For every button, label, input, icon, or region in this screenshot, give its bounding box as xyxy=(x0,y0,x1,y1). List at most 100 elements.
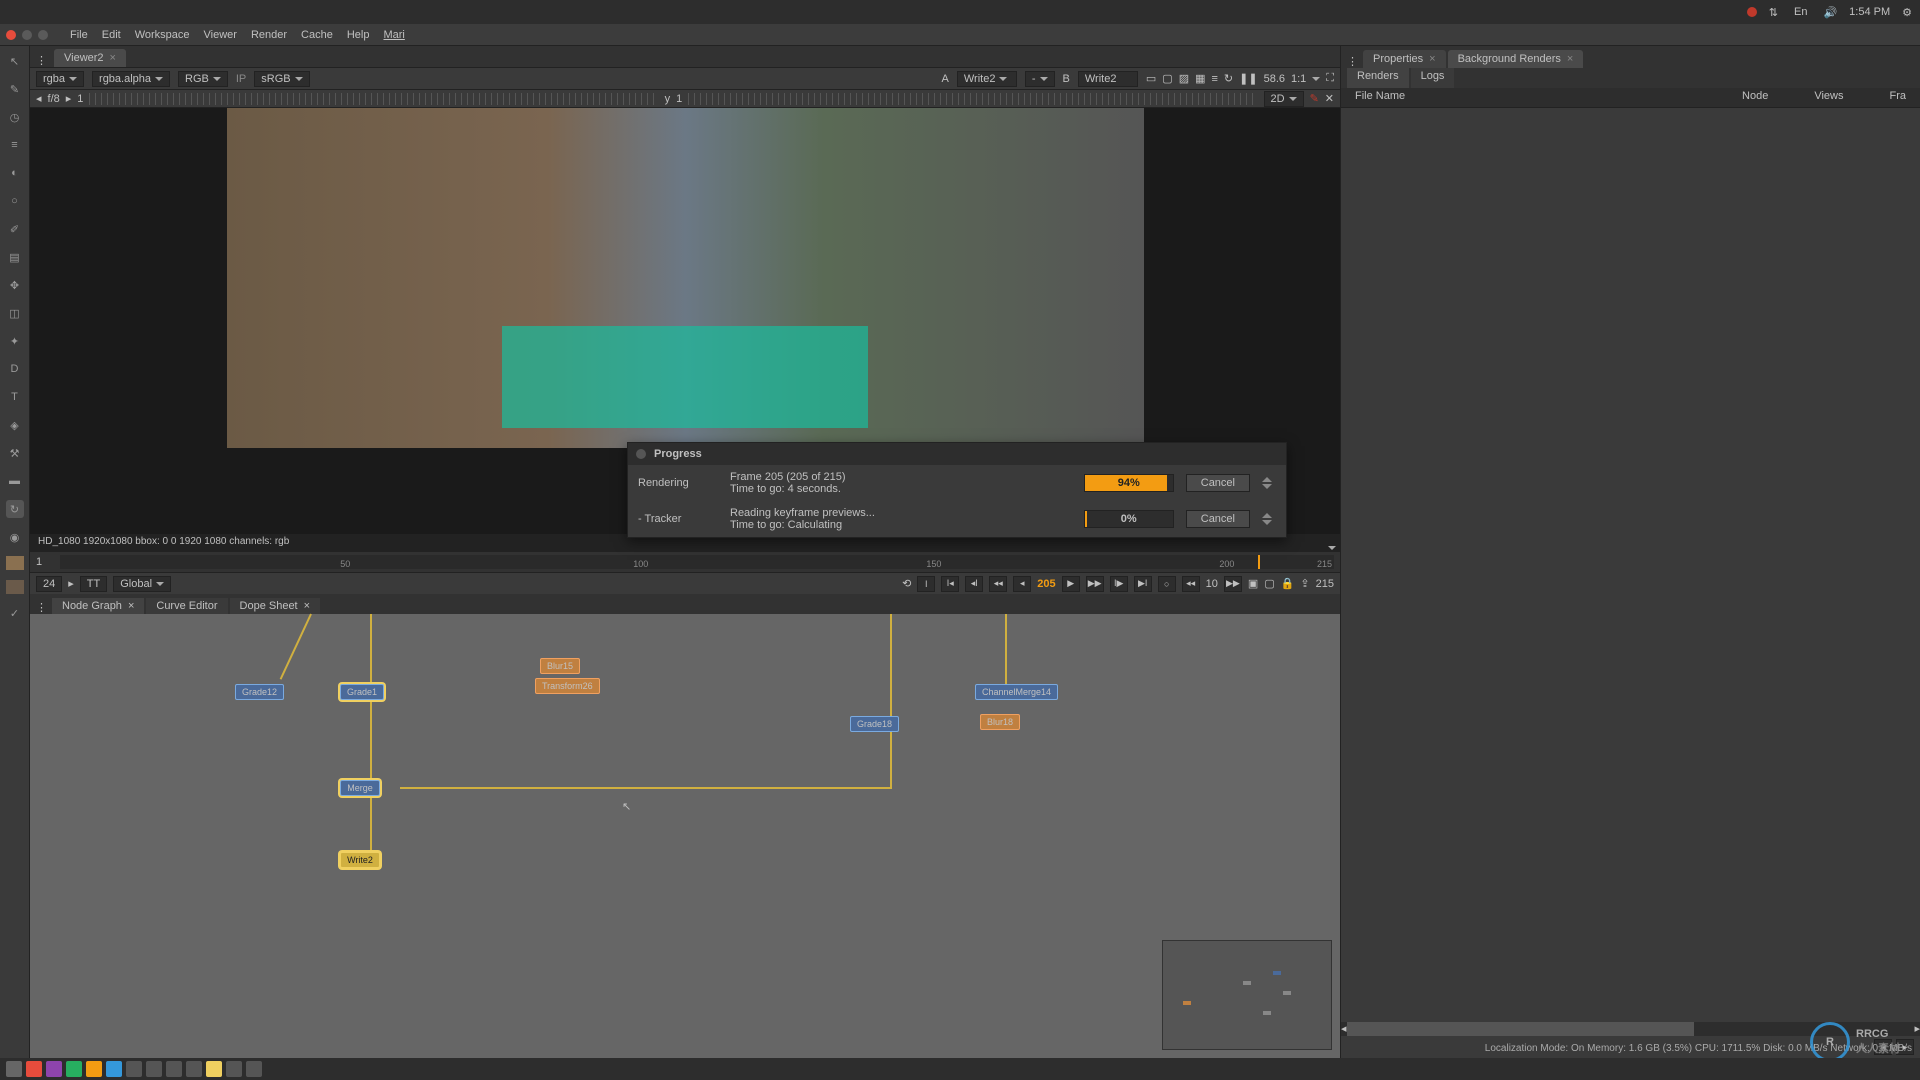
col-filename[interactable]: File Name xyxy=(1347,88,1734,107)
menu-help[interactable]: Help xyxy=(347,29,370,41)
cube-tool-icon[interactable]: ◫ xyxy=(6,304,24,322)
menu-cache[interactable]: Cache xyxy=(301,29,333,41)
node-graph[interactable]: Grade12 Grade1 Blur15 Transform26 Merge … xyxy=(30,614,1340,1058)
panel-grip-icon[interactable]: ⋮ xyxy=(1347,55,1361,68)
menu-viewer[interactable]: Viewer xyxy=(204,29,237,41)
list-tool-icon[interactable]: ≡ xyxy=(6,136,24,154)
y-value[interactable]: 1 xyxy=(676,93,682,105)
taskbar-app-icon[interactable] xyxy=(46,1061,62,1077)
panel-grip-icon[interactable]: ⋮ xyxy=(36,601,50,614)
lock-icon[interactable]: 🔒 xyxy=(1281,577,1295,590)
tab-bg-renders[interactable]: Background Renders× xyxy=(1448,50,1584,68)
node-merge[interactable]: Merge xyxy=(340,780,380,796)
roi-icon[interactable]: ▭ xyxy=(1146,72,1156,85)
range-sel[interactable]: Global xyxy=(113,576,171,592)
go-start-button[interactable]: I xyxy=(917,576,935,592)
playhead[interactable] xyxy=(1258,555,1260,569)
thumb2-icon[interactable] xyxy=(6,580,24,594)
thumb1-icon[interactable] xyxy=(6,556,24,570)
taskbar-app-icon[interactable] xyxy=(126,1061,142,1077)
text-tool-icon[interactable]: T xyxy=(6,388,24,406)
timeline-strip[interactable]: 50 100 150 200 215 xyxy=(60,555,1334,569)
check-tool-icon[interactable]: ✓ xyxy=(6,604,24,622)
colorspace-sel[interactable]: sRGB xyxy=(254,71,309,87)
menu-render[interactable]: Render xyxy=(251,29,287,41)
taskbar-app-icon[interactable] xyxy=(66,1061,82,1077)
channel-sel-3[interactable]: RGB xyxy=(178,71,228,87)
refresh-tool-icon[interactable]: ↻ xyxy=(6,500,24,518)
prev-key-button[interactable]: I◂ xyxy=(941,576,959,592)
dialog-title-bar[interactable]: Progress xyxy=(628,443,1286,465)
move-tool-icon[interactable]: ✥ xyxy=(6,276,24,294)
tag-tool-icon[interactable]: ◈ xyxy=(6,416,24,434)
folder-tool-icon[interactable]: ▬ xyxy=(6,472,24,490)
menu-edit[interactable]: Edit xyxy=(102,29,121,41)
close-icon[interactable]: × xyxy=(128,600,134,612)
channel-sel-2[interactable]: rgba.alpha xyxy=(92,71,170,87)
pencil-icon[interactable]: ✎ xyxy=(1310,92,1319,105)
taskbar-app-icon[interactable] xyxy=(246,1061,262,1077)
fstop-value[interactable]: 1 xyxy=(77,93,83,105)
wrench-tool-icon[interactable]: ⚒ xyxy=(6,444,24,462)
node-grade18[interactable]: Grade18 xyxy=(850,716,899,732)
play-back-button[interactable]: ◂◂ xyxy=(989,576,1007,592)
minimap[interactable] xyxy=(1162,940,1332,1050)
taskbar-app-icon[interactable] xyxy=(186,1061,202,1077)
x-icon[interactable]: ✕ xyxy=(1325,92,1334,105)
lines-icon[interactable]: ≡ xyxy=(1212,73,1218,85)
node-write2[interactable]: Write2 xyxy=(340,852,380,868)
step-fwd-button[interactable]: I▶ xyxy=(1110,576,1128,592)
pointer-tool-icon[interactable]: ↖ xyxy=(6,52,24,70)
node-grade12[interactable]: Grade12 xyxy=(235,684,284,700)
spark-tool-icon[interactable]: ✦ xyxy=(6,332,24,350)
dialog-close-icon[interactable] xyxy=(636,449,646,459)
timeline-row[interactable]: 1 50 100 150 200 215 xyxy=(30,552,1340,572)
col-node[interactable]: Node xyxy=(1734,88,1776,107)
sphere-tool-icon[interactable]: ◐ xyxy=(6,164,24,182)
pause-icon[interactable]: ❚❚ xyxy=(1239,72,1257,85)
task2-cancel-button[interactable]: Cancel xyxy=(1186,510,1250,528)
fstop-label[interactable]: f/8 xyxy=(48,93,60,105)
tt-sel[interactable]: TT xyxy=(80,576,107,592)
wipe-sel[interactable]: - xyxy=(1025,71,1055,87)
close-icon[interactable]: × xyxy=(110,52,116,64)
fps-sel[interactable]: 24 xyxy=(36,576,62,592)
col-views[interactable]: Views xyxy=(1806,88,1851,107)
viewer-tab[interactable]: Viewer2 × xyxy=(54,49,126,67)
taskbar-app-icon[interactable] xyxy=(106,1061,122,1077)
taskbar-app-icon[interactable] xyxy=(206,1061,222,1077)
stop-button[interactable]: ○ xyxy=(1158,576,1176,592)
step-back-button[interactable]: ◂I xyxy=(965,576,983,592)
b-input-sel[interactable]: Write2 xyxy=(1078,71,1138,87)
node-blur18[interactable]: Blur18 xyxy=(980,714,1020,730)
eyedropper-tool-icon[interactable]: ✐ xyxy=(6,220,24,238)
ip-label[interactable]: IP xyxy=(236,73,246,85)
scroll-thumb[interactable] xyxy=(1347,1022,1694,1036)
node-channelmerge[interactable]: ChannelMerge14 xyxy=(975,684,1058,700)
ruler-h[interactable] xyxy=(89,93,658,105)
menu-workspace[interactable]: Workspace xyxy=(135,29,190,41)
taskbar-app-icon[interactable] xyxy=(6,1061,22,1077)
play-rev-button[interactable]: ◂ xyxy=(1013,576,1031,592)
volume-icon[interactable]: 🔊 xyxy=(1823,6,1837,19)
fullscreen-icon[interactable]: ⛶ xyxy=(1326,72,1334,85)
play-button[interactable]: ▶ xyxy=(1062,576,1080,592)
col-frame[interactable]: Fra xyxy=(1882,88,1915,107)
tab-nodegraph[interactable]: Node Graph× xyxy=(52,598,144,614)
overlay-icon[interactable]: ▦ xyxy=(1195,72,1205,85)
task1-cancel-button[interactable]: Cancel xyxy=(1186,474,1250,492)
taskbar-app-icon[interactable] xyxy=(146,1061,162,1077)
close-icon[interactable]: × xyxy=(1429,53,1435,65)
scroll-right-icon[interactable]: ▸ xyxy=(1914,1022,1920,1036)
next-key-button[interactable]: ▶I xyxy=(1134,576,1152,592)
refresh-viewer-icon[interactable]: ↻ xyxy=(1224,72,1233,85)
channel-sel-1[interactable]: rgba xyxy=(36,71,84,87)
clock[interactable]: 1:54 PM xyxy=(1849,6,1890,18)
view-mode-sel[interactable]: 2D xyxy=(1264,91,1304,107)
jump-fwd-button[interactable]: ▶▶ xyxy=(1224,576,1242,592)
layers-tool-icon[interactable]: ▤ xyxy=(6,248,24,266)
export-icon[interactable]: ⇪ xyxy=(1300,577,1309,590)
close-icon[interactable]: × xyxy=(304,600,310,612)
scale-value[interactable]: 1:1 xyxy=(1291,73,1306,85)
network-icon[interactable]: ⇅ xyxy=(1769,6,1778,19)
